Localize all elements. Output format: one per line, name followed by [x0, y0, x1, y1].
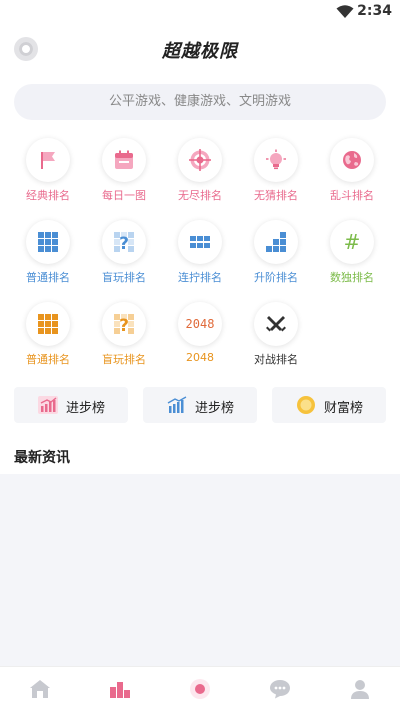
nav-center[interactable] [160, 667, 240, 710]
flag-icon [41, 152, 55, 169]
mode-label: 无尽排名 [178, 189, 222, 202]
progress-rank-button-2[interactable]: 进步榜 [143, 387, 257, 423]
nav-ranking[interactable] [80, 667, 160, 710]
rank-label: 财富榜 [324, 401, 364, 416]
question-grid-icon: ? [114, 232, 134, 253]
mode-sudoku-rank[interactable]: # 数独排名 [314, 220, 390, 286]
search-bar[interactable]: 公平游戏、健康游戏、文明游戏 [14, 84, 386, 120]
mode-battle-rank[interactable]: 对战排名 [238, 302, 314, 368]
mode-label: 数独排名 [330, 271, 374, 284]
news-list [0, 474, 400, 666]
mode-label: 每日一图 [102, 189, 146, 202]
mode-level-rank[interactable]: 升阶排名 [238, 220, 314, 286]
ranking-icon [110, 682, 130, 698]
mode-label: 盲玩排名 [102, 271, 146, 284]
stairs-icon [266, 232, 286, 252]
lightbulb-icon [266, 149, 286, 170]
2048-icon: 2048 [186, 317, 215, 331]
pink-chart-icon [38, 396, 58, 414]
mode-label: 对战排名 [254, 353, 298, 366]
mode-brawl-rank[interactable]: 乱斗排名 [314, 138, 390, 204]
search-placeholder: 公平游戏、健康游戏、文明游戏 [108, 94, 291, 109]
mode-label: 连拧排名 [178, 271, 222, 284]
blue-chart-icon [167, 396, 187, 413]
mode-label: 2048 [186, 351, 214, 364]
mode-normal-rank[interactable]: 普通排名 [10, 220, 86, 286]
mode-label: 盲玩排名 [102, 353, 146, 366]
mode-label: 升阶排名 [254, 271, 298, 284]
rank-label: 进步榜 [195, 401, 235, 416]
mode-label: 经典排名 [26, 189, 70, 202]
mode-blind-rank-orange[interactable]: ? 盲玩排名 [86, 302, 162, 368]
rank-buttons: 进步榜 进步榜 财富榜 [14, 387, 386, 423]
chat-icon [270, 680, 290, 699]
mode-label: 乱斗排名 [330, 189, 374, 202]
mode-daily-puzzle[interactable]: 每日一图 [86, 138, 162, 204]
blocks-icon [190, 236, 210, 248]
header: 超越极限 [0, 34, 400, 66]
mode-label: 普通排名 [26, 353, 70, 366]
grid-icon [38, 232, 58, 252]
wealth-rank-button[interactable]: 财富榜 [272, 387, 386, 423]
svg-text:#: # [344, 231, 361, 253]
orange-question-icon: ? [114, 314, 134, 335]
wifi-icon [336, 5, 354, 18]
page-title: 超越极限 [162, 41, 238, 62]
bottom-nav [0, 666, 400, 710]
status-bar: 2:34 [0, 0, 400, 24]
swords-icon [266, 316, 286, 332]
svg-text:?: ? [119, 316, 129, 335]
profile-icon [351, 680, 369, 699]
2048-icon-text: 2048 [186, 317, 215, 331]
progress-rank-button[interactable]: 进步榜 [14, 387, 128, 423]
nav-chat[interactable] [240, 667, 320, 710]
mode-noguess-rank[interactable]: 无猜排名 [238, 138, 314, 204]
mode-label: 普通排名 [26, 271, 70, 284]
mode-normal-rank-orange[interactable]: 普通排名 [10, 302, 86, 368]
mode-endless-rank[interactable]: 无尽排名 [162, 138, 238, 204]
coin-icon [297, 396, 315, 414]
home-icon [30, 680, 50, 698]
mode-label: 无猜排名 [254, 189, 298, 202]
orange-grid-icon [38, 314, 58, 334]
mode-blind-rank[interactable]: ? 盲玩排名 [86, 220, 162, 286]
svg-text:?: ? [119, 234, 129, 253]
mode-classic-rank[interactable]: 经典排名 [10, 138, 86, 204]
rank-label: 进步榜 [66, 401, 106, 416]
calendar-icon [115, 150, 133, 169]
center-icon [190, 679, 210, 699]
status-time: 2:34 [357, 3, 392, 19]
mode-chain-rank[interactable]: 连拧排名 [162, 220, 238, 286]
nav-home[interactable] [0, 667, 80, 710]
nav-profile[interactable] [320, 667, 400, 710]
news-heading: 最新资讯 [14, 450, 70, 466]
hash-icon: # [344, 231, 361, 253]
globe-icon [343, 151, 361, 169]
mode-2048[interactable]: 2048 2048 [162, 302, 238, 368]
target-icon [189, 149, 211, 171]
